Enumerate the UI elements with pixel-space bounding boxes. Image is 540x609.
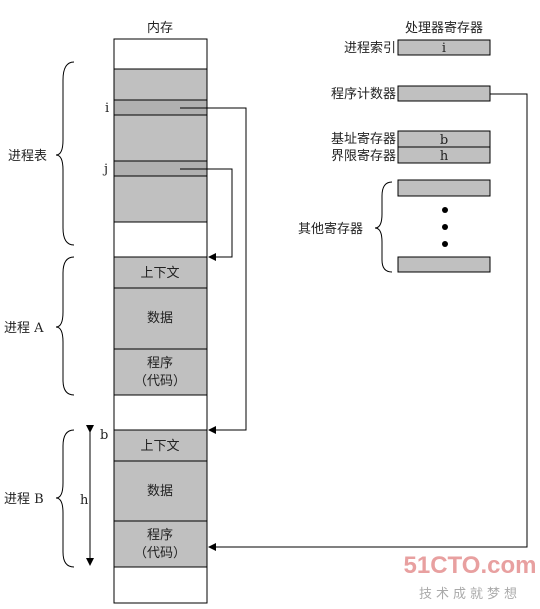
- process-table-block: [113, 68, 208, 223]
- limit-label: 界限寄存器: [331, 148, 396, 164]
- ellipsis-dots: [442, 207, 448, 247]
- process-table-label: 进程表: [8, 149, 47, 164]
- brace-process-b: [55, 429, 75, 568]
- registers-title: 处理器寄存器: [405, 20, 483, 36]
- process-b-label: 进程 B: [4, 492, 44, 507]
- other-registers-label: 其他寄存器: [298, 221, 363, 237]
- b-code-label: （代码）: [134, 546, 186, 561]
- memory-title: 内存: [147, 20, 173, 36]
- label-h: h: [80, 493, 89, 508]
- a-context-label: 上下文: [140, 266, 179, 281]
- process-index-value: i: [442, 41, 446, 56]
- brace-process-a: [55, 256, 75, 396]
- other-register-n: [397, 256, 491, 273]
- label-i: i: [105, 101, 109, 116]
- a-program-label: 程序: [147, 356, 173, 371]
- other-register-1: [397, 179, 491, 197]
- process-index-label: 进程索引: [344, 41, 396, 56]
- diagram: 内存 i j 上下文 数据 程序 （代码） 上下文 数据 程序 （代码） 进程表…: [4, 20, 537, 604]
- process-a-label: 进程 A: [4, 321, 44, 336]
- label-j: j: [102, 162, 108, 177]
- pc-label: 程序计数器: [331, 87, 396, 102]
- b-data-label: 数据: [147, 484, 173, 499]
- limit-value: h: [440, 149, 449, 164]
- watermark-logo: 51CTO.com: [404, 552, 537, 579]
- base-value: b: [440, 133, 448, 148]
- b-context-label: 上下文: [140, 439, 179, 454]
- a-data-label: 数据: [147, 311, 173, 326]
- base-label: 基址寄存器: [331, 131, 396, 147]
- pc-register: [397, 85, 491, 102]
- watermark-slogan: 技术成就梦想: [419, 586, 521, 602]
- label-b: b: [100, 428, 108, 443]
- a-code-label: （代码）: [134, 374, 186, 389]
- brace-process-table: [55, 61, 75, 246]
- brace-other-registers: [374, 181, 393, 273]
- b-program-label: 程序: [147, 528, 173, 543]
